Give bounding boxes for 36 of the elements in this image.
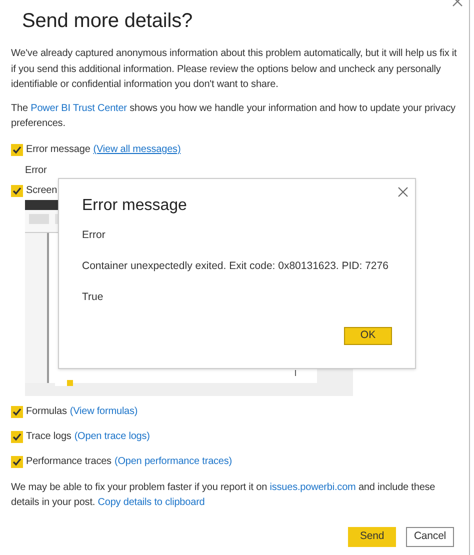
popup-title: Error message	[82, 196, 188, 216]
option-label: Screen	[26, 184, 58, 198]
close-icon[interactable]	[452, 0, 464, 8]
checkmark-icon	[12, 186, 22, 196]
checkmark-icon	[12, 456, 22, 466]
footer-paragraph: We may be able to fix your problem faster if you report it on issues.powerbi.com and include these details in your post. Copy details to clipboard	[11, 480, 436, 510]
checkbox[interactable]	[11, 184, 23, 196]
checkbox[interactable]	[11, 430, 23, 442]
option-label: Formulas	[26, 404, 67, 419]
intro-paragraph: We've already captured anonymous information about this problem automatically, but it will help us fix it if you send this additional information. Please review the options below and uncheck any personally identifiable or confidential information you don't want to share.	[11, 47, 458, 92]
popup-message: Error	[82, 228, 106, 243]
checkbox[interactable]	[11, 144, 23, 156]
trust-paragraph: The Power BI Trust Center shows you how we handle your information and how to update your privacy preferences.	[11, 102, 456, 131]
trust-center-link[interactable]: Power BI Trust Center	[30, 102, 127, 114]
popup-message: True	[82, 290, 104, 305]
option-link[interactable]: (Open trace logs)	[74, 428, 150, 444]
ok-button[interactable]: OK	[344, 327, 392, 345]
copy-details-link[interactable]: Copy details to clipboard	[98, 497, 205, 508]
send-button[interactable]: Send	[348, 526, 396, 546]
close-icon[interactable]	[398, 187, 408, 197]
checkbox[interactable]	[11, 406, 23, 418]
dialog-title: Send more details?	[22, 9, 194, 34]
issues-link[interactable]: issues.powerbi.com	[270, 482, 356, 492]
option-label: Error message	[26, 142, 90, 157]
error-detail: Error	[25, 164, 48, 178]
option-label: Performance traces	[26, 454, 112, 469]
popup-message: Container unexpectedly exited. Exit code: 0x80131623. PID: 7276	[82, 259, 390, 274]
checkmark-icon	[12, 432, 22, 442]
checkbox[interactable]	[11, 456, 23, 468]
cancel-button[interactable]: Cancel	[406, 526, 454, 546]
checkmark-icon	[12, 406, 22, 416]
checkmark-icon	[12, 144, 22, 154]
option-link[interactable]: (Open performance traces)	[114, 454, 232, 470]
option-link[interactable]: (View formulas)	[70, 404, 138, 420]
option-link[interactable]: (View all messages)	[93, 142, 181, 158]
option-label: Trace logs	[26, 430, 72, 444]
